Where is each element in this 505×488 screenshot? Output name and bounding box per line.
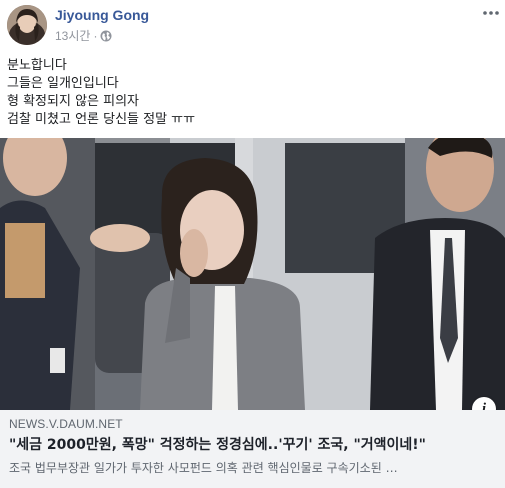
link-description: 조국 법무부장관 일가가 투자한 사모펀드 의혹 관련 핵심인물로 구속기소된 … xyxy=(9,461,398,475)
avatar-image xyxy=(7,5,47,45)
link-preview-image[interactable] xyxy=(0,138,505,410)
post-line: 그들은 일개인입니다 xyxy=(7,76,119,91)
post-meta: 13시간 · xyxy=(55,27,112,44)
post-text: 분노합니다 그들은 일개인입니다 형 확정되지 않은 피의자 검찰 미쳤고 언론… xyxy=(7,57,497,129)
post-timestamp[interactable]: 13시간 xyxy=(55,27,90,44)
more-options-icon[interactable] xyxy=(480,4,502,22)
link-title[interactable]: "세금 2000만원, 폭망" 걱정하는 정경심에..'꾸기' 조국, "거액이… xyxy=(9,434,501,454)
globe-icon[interactable] xyxy=(100,30,112,42)
meta-separator: · xyxy=(93,28,98,43)
author-name[interactable]: Jiyoung Gong xyxy=(55,7,149,23)
link-domain: NEWS.V.DAUM.NET xyxy=(9,417,123,431)
post-line: 분노합니다 xyxy=(7,58,67,73)
facebook-post: Jiyoung Gong 13시간 · 분노합니다 그들은 일개인입니다 형 확… xyxy=(0,0,505,488)
link-card[interactable]: NEWS.V.DAUM.NET "세금 2000만원, 폭망" 걱정하는 정경심… xyxy=(0,410,505,488)
post-line: 검찰 미쳤고 언론 당신들 정말 ㅠㅠ xyxy=(7,112,196,127)
post-line: 형 확정되지 않은 피의자 xyxy=(7,94,139,109)
profile-avatar[interactable] xyxy=(7,5,47,45)
